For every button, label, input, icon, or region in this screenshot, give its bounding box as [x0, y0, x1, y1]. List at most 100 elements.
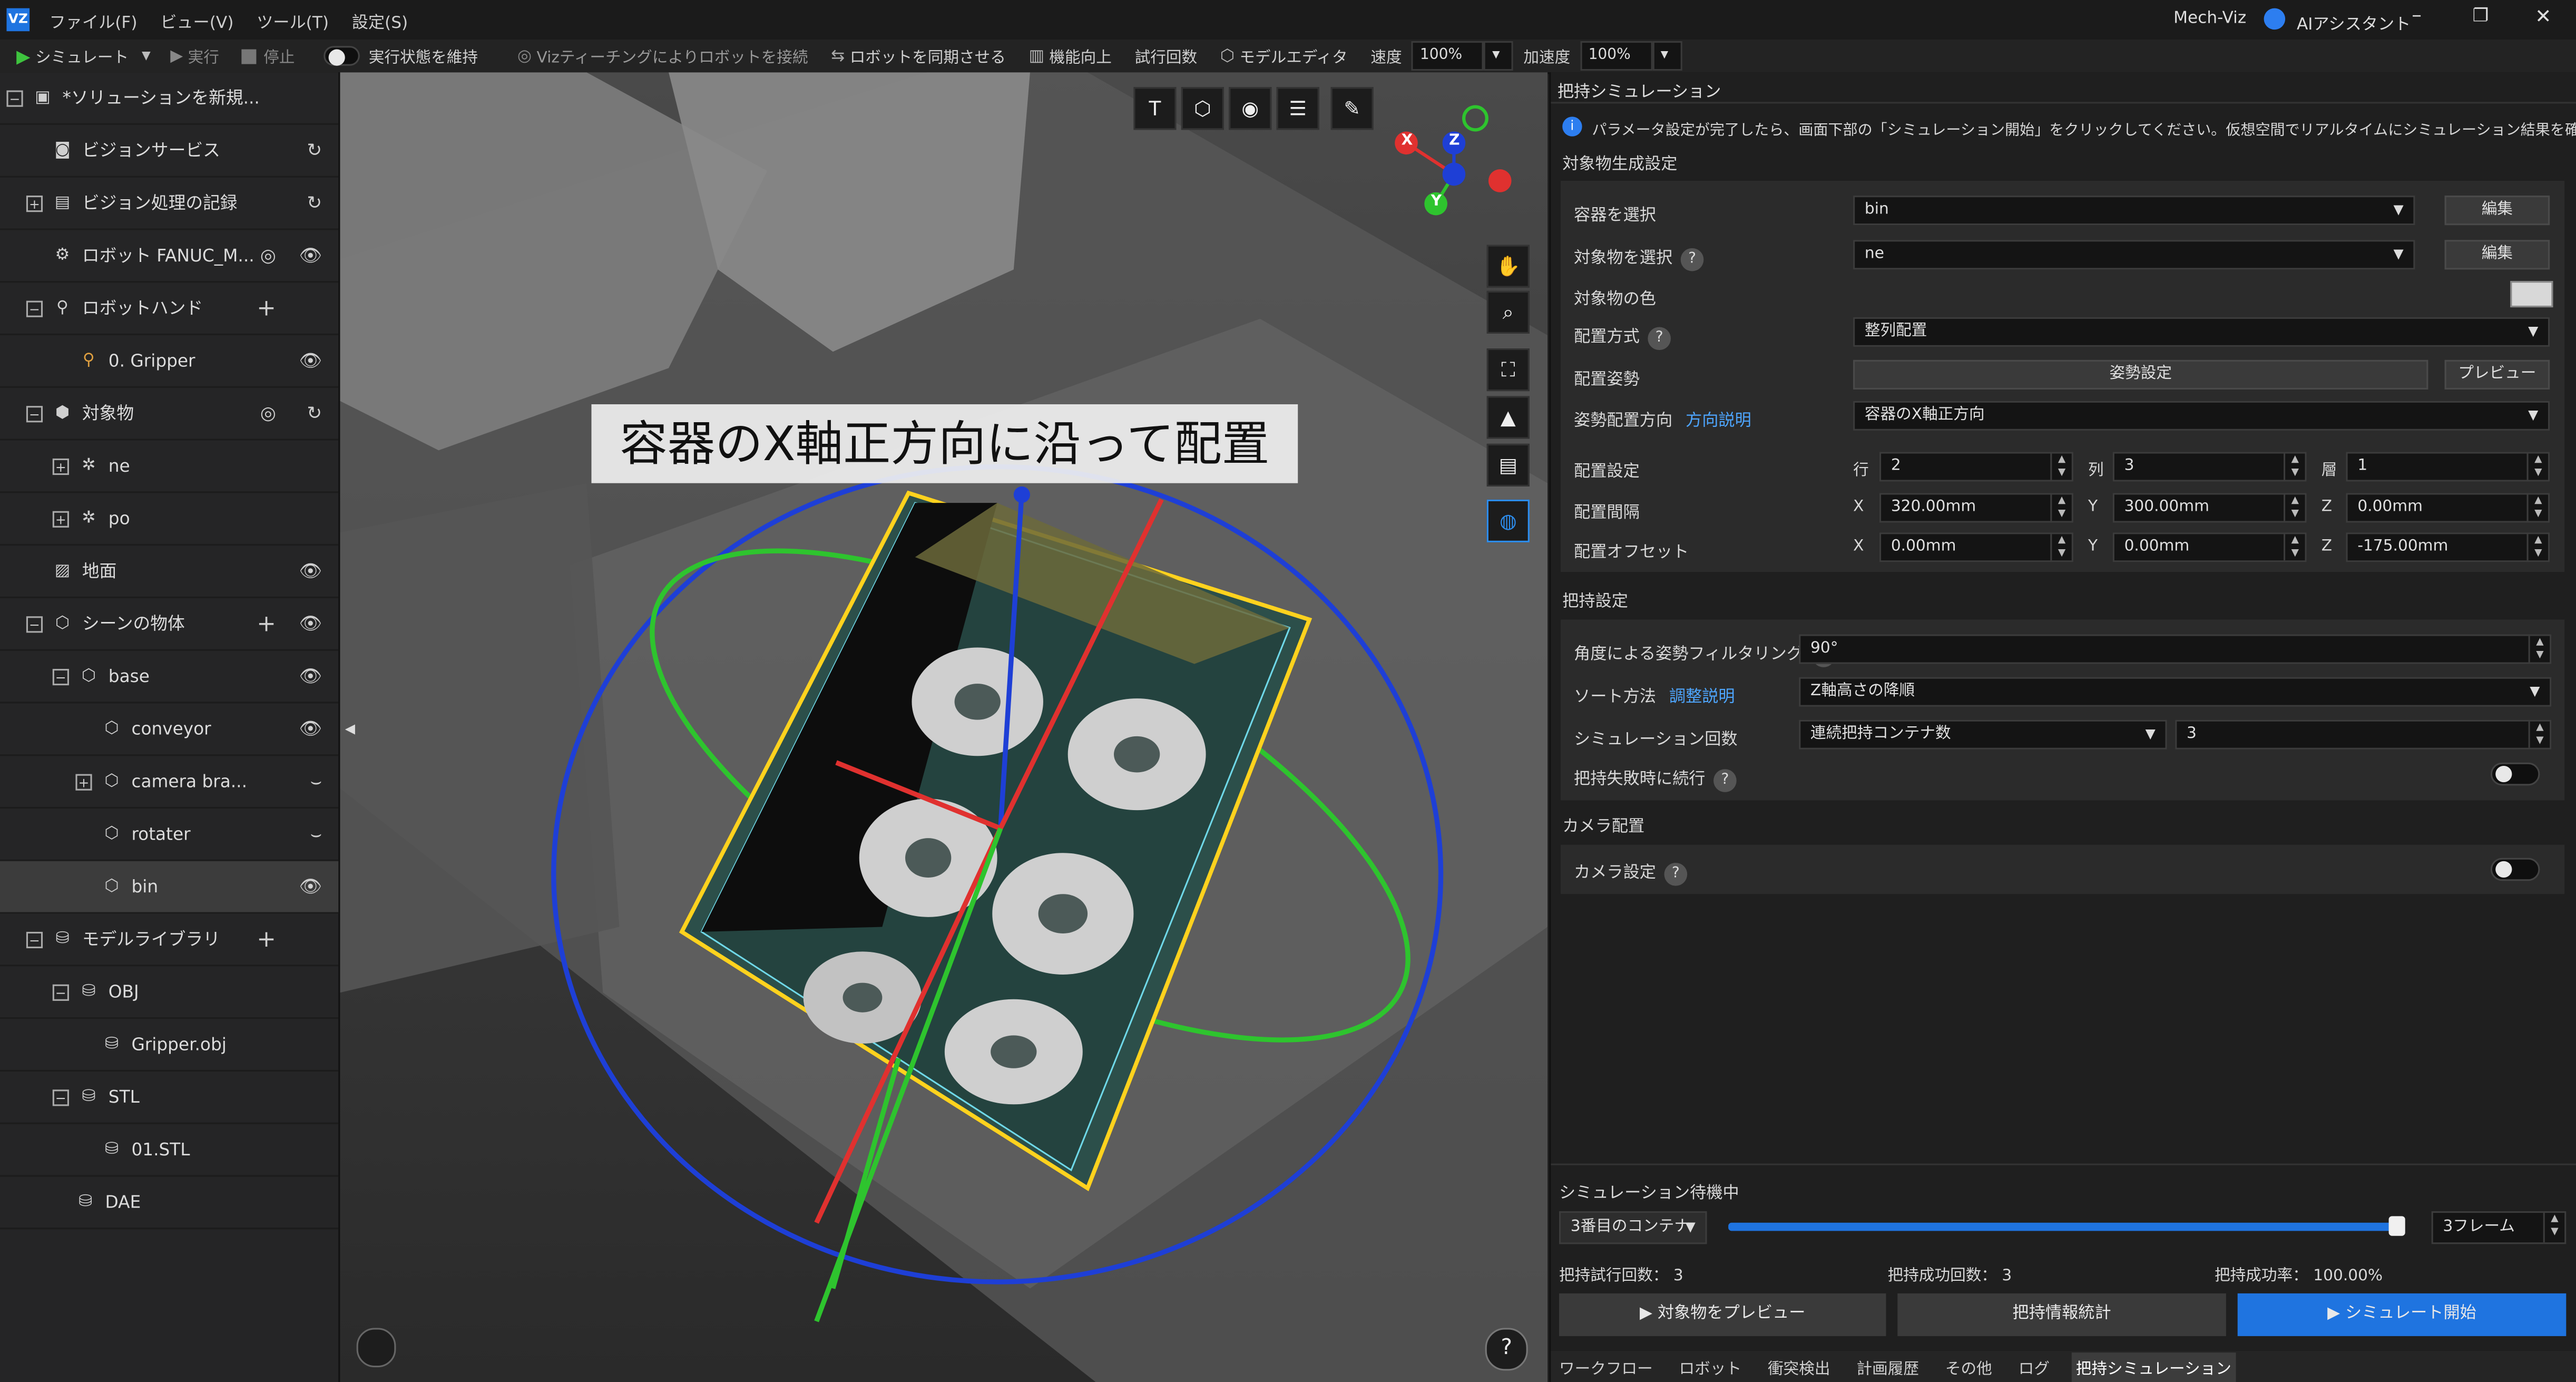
collapse-icon[interactable]: −	[52, 1088, 69, 1105]
refresh-icon[interactable]: ↻	[307, 140, 322, 161]
container-index-select[interactable]: 3番目のコンテナ ▼	[1559, 1211, 1707, 1244]
perspective-icon[interactable]: ▲	[1486, 396, 1530, 439]
preview-button[interactable]: プレビュー	[2444, 359, 2550, 390]
collapse-icon[interactable]: −	[26, 405, 43, 422]
tree-item-objects[interactable]: − ⬢ 対象物 ◎ ↻	[0, 388, 339, 441]
pose-settings-button[interactable]: 姿勢設定	[1853, 359, 2428, 390]
trials-button[interactable]: 試行回数	[1135, 44, 1198, 67]
improve-icon[interactable]: ▥	[1029, 47, 1044, 65]
tree-item-ground[interactable]: ▨ 地面 👁	[0, 546, 339, 598]
direction-help-link[interactable]: 方向説明	[1686, 413, 1751, 431]
tree-item-obj[interactable]: − ⛁ OBJ	[0, 966, 339, 1019]
ai-assistant-button[interactable]: AIアシスタント	[2297, 10, 2411, 34]
collapse-left-icon[interactable]: ◀	[345, 722, 355, 736]
tree-item-stl[interactable]: − ⛁ STL	[0, 1072, 339, 1124]
spinner-icon[interactable]: ▲ ▼	[2050, 534, 2072, 561]
sync-icon[interactable]: ⇆	[831, 47, 845, 65]
menu-file[interactable]: ファイル(F)	[50, 7, 138, 32]
collapse-icon[interactable]: −	[26, 615, 43, 632]
close-icon[interactable]: ✕	[2535, 5, 2551, 28]
tree-item-ne[interactable]: + ✲ ne	[0, 441, 339, 493]
spinner-icon[interactable]: ▲ ▼	[2543, 1213, 2565, 1243]
tree-item-conveyor[interactable]: ⬡ conveyor 👁	[0, 704, 339, 756]
spinner-icon[interactable]: ▲ ▼	[2284, 453, 2305, 480]
hand-pan-icon[interactable]: ✋	[1486, 245, 1530, 288]
stop-icon[interactable]	[242, 48, 257, 64]
settings-icon[interactable]: ◎	[260, 403, 276, 424]
spacing-x-input[interactable]: 320.00mm ▲ ▼	[1879, 493, 2073, 523]
eye-closed-icon[interactable]: ⌣	[310, 823, 322, 846]
accel-dropdown[interactable]: ▼	[1652, 41, 1682, 71]
tree-item-po[interactable]: + ✲ po	[0, 493, 339, 546]
offset-z-input[interactable]: -175.00mm ▲ ▼	[2346, 532, 2550, 562]
continue-toggle[interactable]	[2490, 762, 2540, 786]
sort-select[interactable]: Z軸高さの降順 ▼	[1799, 677, 2552, 707]
layer-input[interactable]: 1 ▲ ▼	[2346, 452, 2550, 482]
simulate-button[interactable]: シミュレート	[35, 44, 129, 67]
settings-icon[interactable]: ◎	[260, 245, 276, 267]
spinner-icon[interactable]: ▲ ▼	[2284, 534, 2305, 561]
tree-item-01-stl[interactable]: ⛁ 01.STL	[0, 1124, 339, 1177]
speed-dropdown[interactable]: ▼	[1484, 41, 1514, 71]
improve-button[interactable]: 機能向上	[1049, 44, 1112, 67]
chevron-down-icon[interactable]: ▼	[142, 50, 151, 63]
orientation-gizmo[interactable]	[1385, 99, 1533, 250]
help-icon[interactable]: ?	[1664, 862, 1688, 886]
edit-object-button[interactable]: 編集	[2444, 240, 2550, 270]
spinner-icon[interactable]: ▲ ▼	[2526, 494, 2548, 521]
tree-item-vision-service[interactable]: ◙ ビジョンサービス ↻	[0, 125, 339, 178]
minimize-icon[interactable]: –	[2412, 3, 2422, 26]
run-icon[interactable]: ▶	[170, 47, 183, 65]
spinner-icon[interactable]: ▲ ▼	[2284, 494, 2305, 521]
globe-icon[interactable]: ◍	[1486, 499, 1530, 542]
tree-item-robot[interactable]: ⚙ ロボット FANUC_M... ◎ 👁	[0, 230, 339, 283]
zoom-icon[interactable]: ⌕	[1486, 290, 1530, 334]
tree-item-base[interactable]: − ⬡ base 👁	[0, 651, 339, 704]
object-select[interactable]: ne ▼	[1853, 240, 2415, 270]
collapse-icon[interactable]: −	[52, 984, 69, 1000]
camera-toggle[interactable]	[2490, 858, 2540, 881]
layout-select[interactable]: 整列配置 ▼	[1853, 317, 2550, 347]
help-icon[interactable]: ?	[1648, 327, 1671, 351]
help-icon[interactable]: ?	[1713, 769, 1737, 792]
stop-button[interactable]: 停止	[263, 44, 295, 67]
3d-viewport[interactable]: T ⬡ ◉ ☰ ✎ X Y Z ✋ ⌕ ⛶ ▲ ▤ ◍ ◀ ?	[340, 72, 1548, 1382]
tab-plan-history[interactable]: 計画履歴	[1852, 1352, 1924, 1381]
container-select[interactable]: bin ▼	[1853, 196, 2415, 226]
tree-item-solution[interactable]: − ▣ *ソリューションを新規...	[0, 72, 339, 125]
scene-render[interactable]	[340, 72, 1548, 1382]
tree-item-robot-hand[interactable]: − ⚲ ロボットハンド +	[0, 283, 339, 336]
list-icon[interactable]: ☰	[1276, 87, 1319, 130]
grip-stats-button[interactable]: 把持情報統計	[1897, 1293, 2226, 1336]
tree-item-scene-objects[interactable]: − ⬡ シーンの物体 + 👁	[0, 598, 339, 651]
eye-icon[interactable]: 👁	[299, 350, 322, 372]
edit-container-button[interactable]: 編集	[2444, 196, 2550, 226]
eye-icon[interactable]: 👁	[299, 718, 322, 740]
collapse-icon[interactable]: −	[26, 931, 43, 948]
speed-input[interactable]: 100%	[1412, 41, 1484, 71]
viewport-info-icon[interactable]	[356, 1328, 396, 1368]
accel-input[interactable]: 100%	[1580, 41, 1653, 71]
spinner-icon[interactable]: ▲ ▼	[2050, 494, 2072, 521]
add-icon[interactable]: +	[257, 295, 276, 322]
help-icon[interactable]: ?	[1680, 248, 1704, 271]
spacing-y-input[interactable]: 300.00mm ▲ ▼	[2112, 493, 2307, 523]
add-icon[interactable]: +	[257, 926, 276, 952]
expand-icon[interactable]: +	[26, 194, 43, 211]
expand-icon[interactable]: +	[52, 458, 69, 474]
cube-view-icon[interactable]: ⬡	[1181, 87, 1224, 130]
fit-view-icon[interactable]: ⛶	[1486, 348, 1530, 392]
play-icon[interactable]: ▶	[16, 45, 30, 67]
tree-item-vision-records[interactable]: + ▤ ビジョン処理の記録 ↻	[0, 178, 339, 230]
angle-input[interactable]: 90° ▲ ▼	[1799, 634, 2552, 664]
tab-log[interactable]: ログ	[2013, 1352, 2054, 1381]
color-swatch[interactable]	[2510, 281, 2553, 308]
refresh-icon[interactable]: ↻	[307, 403, 322, 424]
spinner-icon[interactable]: ▲ ▼	[2528, 721, 2550, 748]
run-button[interactable]: 実行	[188, 44, 219, 67]
spinner-icon[interactable]: ▲ ▼	[2528, 636, 2550, 663]
menu-settings[interactable]: 設定(S)	[352, 7, 408, 32]
preview-objects-button[interactable]: ▶ 対象物をプレビュー	[1559, 1293, 1886, 1336]
tree-item-gripper[interactable]: ⚲ 0. Gripper 👁	[0, 335, 339, 388]
tools-icon[interactable]: ✎	[1330, 87, 1374, 130]
